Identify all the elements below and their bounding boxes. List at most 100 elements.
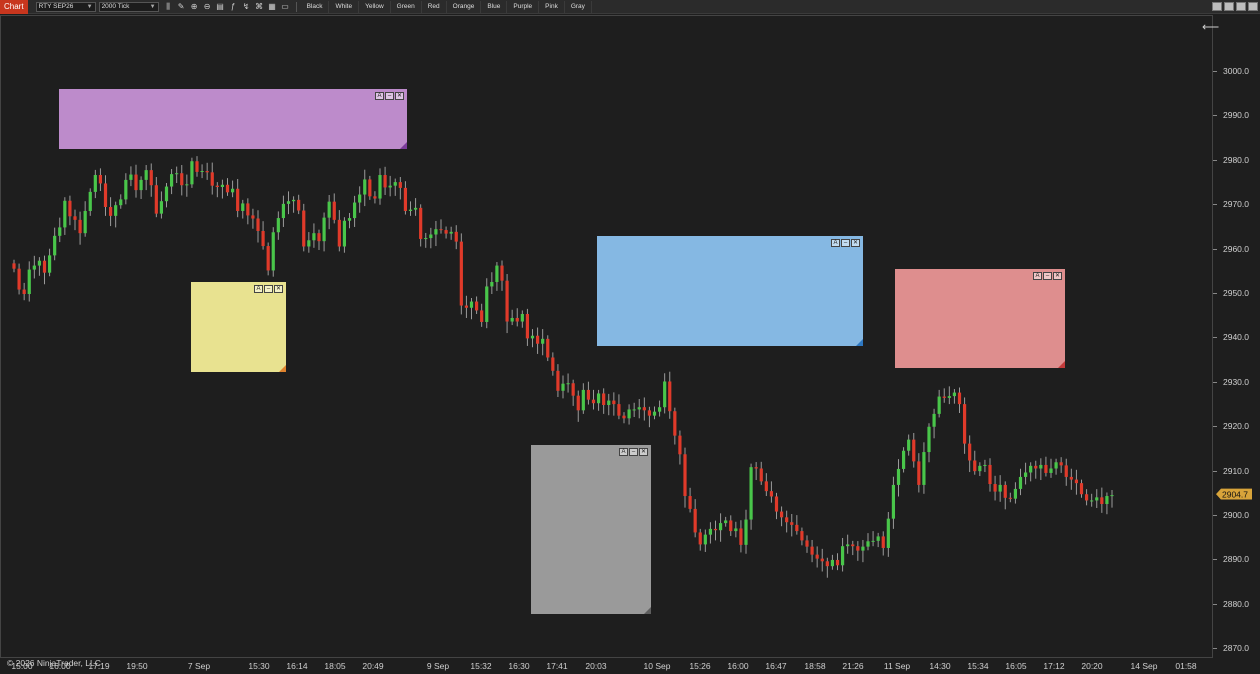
candle-up [169, 174, 174, 187]
note-resize-handle[interactable] [856, 339, 863, 346]
price-label: 2930.0 [1223, 376, 1249, 387]
candle-down [576, 395, 580, 411]
time-label: 16:30 [508, 661, 530, 671]
candle-up [866, 541, 870, 547]
minimize-note-button[interactable]: – [264, 285, 273, 293]
zoom-in-icon[interactable]: ⊕ [188, 1, 201, 13]
close-note-button[interactable]: ✕ [851, 239, 860, 247]
instrument-selector[interactable]: RTY SEP26 ▼ [35, 1, 96, 12]
sticky-note-yellow[interactable]: A – ✕ [191, 282, 286, 372]
minimize-window-button[interactable] [1212, 2, 1222, 11]
candle-down [256, 218, 260, 231]
time-label: 17:12 [1043, 661, 1065, 671]
candle-up [947, 396, 951, 398]
candle-up [922, 452, 926, 485]
maximize-window-button[interactable] [1224, 2, 1234, 11]
color-button-orange[interactable]: Orange [447, 0, 482, 13]
candle-down [368, 179, 372, 197]
time-axis[interactable]: 15:00 16:00 17:19 19:50 7 Sep 15:30 16:14 18:05… [0, 658, 1213, 674]
chart-toolbar: Chart RTY SEP26 ▼ 2000 Tick ▼ ⫼ ✎ ⊕ ⊖ ▤ ƒ ↯ ⌘ ▦ ▭… [0, 0, 1260, 14]
candle-down [571, 383, 575, 396]
candle-down [1074, 479, 1079, 484]
candle-up [490, 282, 494, 287]
price-label: 2950.0 [1223, 288, 1249, 298]
close-note-button[interactable]: ✕ [639, 448, 648, 456]
candle-down [454, 231, 458, 242]
properties-icon[interactable]: ▤ [214, 1, 227, 13]
note-resize-handle[interactable] [1058, 361, 1065, 368]
bar-chart-icon[interactable]: ⫼ [162, 1, 175, 13]
price-label: 2880.0 [1223, 598, 1249, 609]
close-window-button[interactable] [1248, 2, 1258, 11]
note-resize-handle[interactable] [279, 365, 286, 372]
candle-up [840, 546, 845, 566]
chart-tab[interactable]: Chart [0, 0, 28, 14]
close-note-button[interactable]: ✕ [1053, 272, 1062, 280]
sticky-note-purple[interactable]: A – ✕ [59, 89, 407, 149]
candle-up [32, 265, 36, 270]
font-button[interactable]: A [831, 239, 840, 247]
price-label: 2890.0 [1223, 554, 1249, 565]
font-button[interactable]: A [1033, 272, 1042, 280]
font-button[interactable]: A [375, 92, 384, 100]
sticky-note-pink[interactable]: A – ✕ [895, 269, 1065, 368]
templates-icon[interactable]: ⌘ [253, 1, 266, 13]
candle-up [124, 179, 128, 200]
candle-up [144, 170, 148, 180]
candle-up [891, 484, 896, 519]
candle-down [73, 216, 77, 220]
color-button-black[interactable]: Black [301, 0, 330, 13]
restore-window-button[interactable] [1236, 2, 1246, 11]
candle-up [886, 518, 890, 548]
strategies-icon[interactable]: ↯ [240, 1, 253, 13]
color-button-purple[interactable]: Purple [507, 0, 540, 13]
candle-down [225, 184, 230, 193]
price-label: 2920.0 [1223, 421, 1249, 432]
price-tick [1213, 515, 1217, 516]
candle-up [627, 409, 631, 419]
price-axis[interactable]: 3000.0 2990.0 2980.0 2970.0 2960.0 2950.0 2940… [1213, 15, 1260, 658]
minimize-note-button[interactable]: – [841, 239, 850, 247]
candle-down [968, 443, 972, 461]
interval-selector[interactable]: 2000 Tick ▼ [98, 1, 159, 12]
close-note-button[interactable]: ✕ [395, 92, 404, 100]
color-button-green[interactable]: Green [391, 0, 422, 13]
candle-up [632, 409, 636, 411]
minimize-note-button[interactable]: – [629, 448, 638, 456]
sticky-note-gray[interactable]: A – ✕ [531, 445, 651, 614]
candle-down [739, 528, 743, 545]
pencil-icon[interactable]: ✎ [175, 1, 188, 13]
indicators-icon[interactable]: ƒ [227, 1, 240, 13]
candle-down [515, 317, 519, 322]
note-resize-handle[interactable] [400, 142, 407, 149]
candle-up [932, 413, 936, 427]
candle-down [835, 559, 840, 566]
minimize-note-button[interactable]: – [385, 92, 394, 100]
color-button-white[interactable]: White [329, 0, 360, 13]
candle-up [724, 520, 728, 524]
font-button[interactable]: A [254, 285, 263, 293]
time-label: 19:50 [126, 661, 148, 671]
price-label: 2910.0 [1223, 465, 1249, 476]
chart-trader-icon[interactable]: ▦ [266, 1, 279, 13]
color-button-red[interactable]: Red [422, 0, 447, 13]
candle-down [546, 338, 550, 358]
candle-down [474, 301, 479, 311]
minimize-note-button[interactable]: – [1043, 272, 1052, 280]
chart-panel[interactable]: A – ✕ A – ✕ A – ✕ A – ✕ A – ✕ © 2026 NinjaTrader, LLC [0, 15, 1213, 668]
color-button-pink[interactable]: Pink [539, 0, 565, 13]
font-button[interactable]: A [619, 448, 628, 456]
interval-value: 2000 Tick [101, 3, 130, 10]
color-button-gray[interactable]: Gray [565, 0, 592, 13]
note-icon[interactable]: ▭ [279, 1, 292, 13]
price-label: 2970.0 [1223, 199, 1249, 210]
color-button-blue[interactable]: Blue [481, 0, 508, 13]
color-button-yellow[interactable]: Yellow [359, 0, 391, 13]
sticky-note-blue[interactable]: A – ✕ [597, 236, 863, 346]
candle-down [1084, 494, 1089, 501]
candle-up [307, 240, 311, 247]
zoom-out-icon[interactable]: ⊖ [201, 1, 214, 13]
candle-down [668, 381, 672, 412]
close-note-button[interactable]: ✕ [274, 285, 283, 293]
note-resize-handle[interactable] [644, 607, 651, 614]
